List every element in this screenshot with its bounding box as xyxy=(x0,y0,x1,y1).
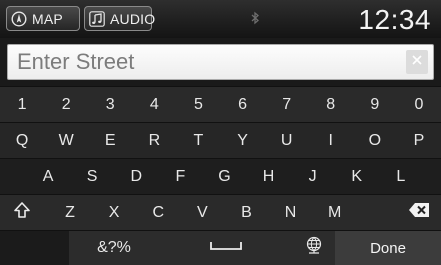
compass-icon xyxy=(11,10,27,27)
divider xyxy=(0,122,441,123)
clear-button[interactable] xyxy=(406,50,428,74)
letter-key[interactable]: U xyxy=(265,123,309,158)
asdf-key-row: ASDFGHJKL xyxy=(0,159,441,194)
letter-key[interactable]: S xyxy=(70,159,114,194)
number-key[interactable]: 5 xyxy=(176,87,220,122)
map-button-label: MAP xyxy=(32,10,63,27)
number-key[interactable]: 2 xyxy=(44,87,88,122)
letter-key[interactable]: F xyxy=(158,159,202,194)
audio-button[interactable]: AUDIO xyxy=(84,6,156,31)
number-key[interactable]: 0 xyxy=(397,87,441,122)
blank-key xyxy=(0,231,69,265)
symbols-key[interactable]: &?% xyxy=(70,231,158,265)
zxcv-key-row: ZXCVBNM xyxy=(0,195,441,230)
qwerty-key-row: QWERTYUIOP xyxy=(0,123,441,158)
divider xyxy=(0,230,441,231)
backspace-icon xyxy=(408,202,430,223)
divider xyxy=(0,158,441,159)
letter-key[interactable]: K xyxy=(335,159,379,194)
status-bar: MAP AUDIO 12:34 xyxy=(0,0,441,38)
letter-key[interactable]: N xyxy=(269,195,313,230)
number-key[interactable]: 9 xyxy=(353,87,397,122)
letter-key[interactable]: I xyxy=(309,123,353,158)
close-icon xyxy=(411,53,423,71)
number-key[interactable]: 3 xyxy=(88,87,132,122)
letter-key[interactable]: M xyxy=(313,195,357,230)
shift-key[interactable] xyxy=(0,195,44,230)
divider xyxy=(0,86,441,87)
backspace-key[interactable] xyxy=(397,195,441,230)
search-row xyxy=(0,38,441,86)
number-key[interactable]: 4 xyxy=(132,87,176,122)
space-bar-icon xyxy=(209,239,243,257)
letter-key[interactable]: Q xyxy=(0,123,44,158)
letter-key[interactable]: O xyxy=(353,123,397,158)
letter-key[interactable]: J xyxy=(291,159,335,194)
letter-key[interactable]: L xyxy=(379,159,423,194)
letter-key[interactable]: B xyxy=(224,195,268,230)
letter-key[interactable]: P xyxy=(397,123,441,158)
letter-key[interactable]: T xyxy=(176,123,220,158)
done-button[interactable]: Done xyxy=(335,231,441,265)
audio-button-label: AUDIO xyxy=(110,10,156,27)
letter-key[interactable]: X xyxy=(92,195,136,230)
letter-key[interactable]: Y xyxy=(221,123,265,158)
number-key[interactable]: 1 xyxy=(0,87,44,122)
map-button[interactable]: MAP xyxy=(6,6,80,31)
letter-key[interactable]: R xyxy=(132,123,176,158)
letter-key[interactable]: A xyxy=(26,159,70,194)
number-key[interactable]: 6 xyxy=(221,87,265,122)
number-key[interactable]: 8 xyxy=(309,87,353,122)
globe-icon xyxy=(305,236,323,261)
language-key[interactable] xyxy=(293,231,334,265)
letter-key[interactable]: W xyxy=(44,123,88,158)
divider xyxy=(0,194,441,195)
letter-key[interactable]: E xyxy=(88,123,132,158)
letter-key[interactable]: D xyxy=(114,159,158,194)
clock: 12:34 xyxy=(358,4,431,35)
navigation-keyboard-screen: MAP AUDIO 12:34 Enter Street 1 2 3 4 5 6… xyxy=(0,0,441,265)
space-key[interactable] xyxy=(159,231,292,265)
letter-key[interactable]: G xyxy=(202,159,246,194)
shift-arrow-icon xyxy=(13,201,31,224)
bluetooth-icon xyxy=(250,11,260,30)
number-key-row: 1234567890 xyxy=(0,87,441,122)
letter-key[interactable]: Z xyxy=(48,195,92,230)
music-note-icon xyxy=(89,10,105,27)
letter-key[interactable]: V xyxy=(180,195,224,230)
control-key-row: &?% Done xyxy=(0,231,441,265)
street-input[interactable] xyxy=(7,44,434,80)
letter-key[interactable]: C xyxy=(136,195,180,230)
number-key[interactable]: 7 xyxy=(265,87,309,122)
letter-key[interactable]: H xyxy=(247,159,291,194)
